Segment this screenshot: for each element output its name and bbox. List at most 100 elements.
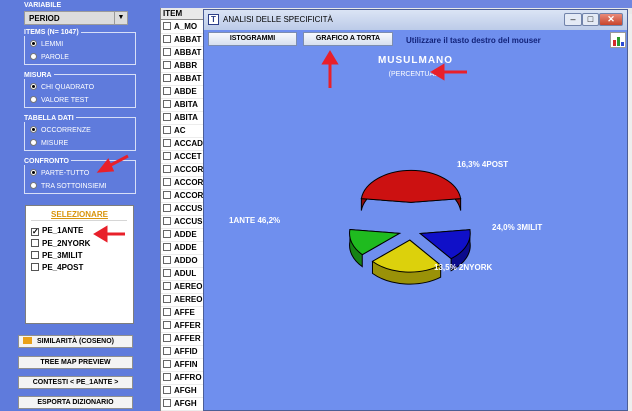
radio-misure[interactable]: MISURE xyxy=(30,139,68,147)
list-item[interactable]: ABBR xyxy=(161,60,206,73)
list-item[interactable]: AEREO xyxy=(161,294,206,307)
slice-label-1ante: 1ANTE 46,2% xyxy=(229,216,281,225)
items-label: ITEMS (N= 1047) xyxy=(24,29,81,36)
checkbox-pe-4post[interactable]: PE_4POST xyxy=(31,263,83,272)
list-item[interactable]: ACCOR xyxy=(161,164,206,177)
checkbox[interactable] xyxy=(163,113,171,121)
tabella-label: TABELLA DATI xyxy=(24,115,76,122)
list-item[interactable]: ACCUS xyxy=(161,203,206,216)
checkbox[interactable] xyxy=(163,347,171,355)
chevron-down-icon[interactable]: ▼ xyxy=(114,12,127,24)
list-item[interactable]: AFFER xyxy=(161,333,206,346)
checkbox[interactable] xyxy=(163,399,171,407)
checkbox[interactable] xyxy=(163,230,171,238)
list-item[interactable]: A_MO xyxy=(161,21,206,34)
checkbox[interactable] xyxy=(163,282,171,290)
esporta-dizionario-button[interactable]: ESPORTA DIZIONARIO xyxy=(18,396,133,409)
variabile-value: PERIOD xyxy=(29,14,60,23)
confronto-label: CONFRONTO xyxy=(24,158,71,165)
list-item[interactable]: ABDE xyxy=(161,86,206,99)
list-item[interactable]: AFGH xyxy=(161,385,206,398)
list-item[interactable]: AFFRO xyxy=(161,372,206,385)
checkbox[interactable] xyxy=(163,165,171,173)
subset-selection-box: SELEZIONARE ✓ PE_1ANTE PE_2NYORK PE_3MILI… xyxy=(25,205,134,324)
checkbox[interactable] xyxy=(163,22,171,30)
similarita-button[interactable]: SIMILARITÀ (COSENO) xyxy=(18,335,133,348)
tree-map-preview-button[interactable]: TREE MAP PREVIEW xyxy=(18,356,133,369)
checkbox[interactable] xyxy=(163,74,171,82)
radio-lemmi[interactable]: LEMMI xyxy=(30,40,63,48)
slice-label-2nyork: 13,5% 2NYORK xyxy=(434,263,493,272)
list-item[interactable]: ACCET xyxy=(161,151,206,164)
checkbox[interactable] xyxy=(163,100,171,108)
checkbox[interactable] xyxy=(163,178,171,186)
checkbox[interactable] xyxy=(163,126,171,134)
divider xyxy=(31,220,127,221)
list-item[interactable]: ACCOR xyxy=(161,190,206,203)
checkbox[interactable] xyxy=(163,334,171,342)
list-item[interactable]: AC xyxy=(161,125,206,138)
list-item[interactable]: AFFID xyxy=(161,346,206,359)
item-list: ITEM A_MO ABBAT ABBAT ABBR ABBAT ABDE ABITA ABI… xyxy=(160,8,206,411)
checkbox-pe-3milit[interactable]: PE_3MILIT xyxy=(31,251,82,260)
checkbox[interactable] xyxy=(163,61,171,69)
checkbox[interactable] xyxy=(163,204,171,212)
radio-occorrenze[interactable]: OCCORRENZE xyxy=(30,126,91,134)
radio-parte-tutto[interactable]: PARTE-TUTTO xyxy=(30,169,89,177)
list-item[interactable]: AFFIN xyxy=(161,359,206,372)
check-icon: ✓ xyxy=(31,227,39,236)
checkbox[interactable] xyxy=(163,243,171,251)
checkbox[interactable] xyxy=(163,373,171,381)
checkbox-pe-1ante[interactable]: ✓ PE_1ANTE xyxy=(31,226,83,236)
list-item[interactable]: AFFER xyxy=(161,320,206,333)
list-item[interactable]: ACCOR xyxy=(161,177,206,190)
checkbox[interactable] xyxy=(163,139,171,147)
radio-chi-quadrato[interactable]: CHI QUADRATO xyxy=(30,83,94,91)
list-item[interactable]: ABITA xyxy=(161,112,206,125)
list-item[interactable]: ABBAT xyxy=(161,47,206,60)
list-item[interactable]: ADUL xyxy=(161,268,206,281)
checkbox[interactable] xyxy=(163,269,171,277)
similarity-icon xyxy=(23,337,32,344)
checkbox[interactable] xyxy=(163,152,171,160)
list-item[interactable]: ADDE xyxy=(161,242,206,255)
checkbox[interactable] xyxy=(163,386,171,394)
checkbox-pe-2nyork[interactable]: PE_2NYORK xyxy=(31,239,90,248)
slice-label-3milit: 24,0% 3MILIT xyxy=(492,223,543,232)
list-item[interactable]: AFGH xyxy=(161,398,206,411)
variabile-select[interactable]: PERIOD ▼ xyxy=(24,11,128,25)
checkbox[interactable] xyxy=(163,360,171,368)
list-item[interactable]: ADDE xyxy=(161,229,206,242)
misura-label: MISURA xyxy=(24,72,54,79)
variabile-label: VARIABILE xyxy=(24,2,62,9)
checkbox[interactable] xyxy=(163,308,171,316)
list-item[interactable]: ABITA xyxy=(161,99,206,112)
checkbox[interactable] xyxy=(163,191,171,199)
checkbox[interactable] xyxy=(163,256,171,264)
checkbox[interactable] xyxy=(163,321,171,329)
checkbox[interactable] xyxy=(163,48,171,56)
list-item[interactable]: ACCUS xyxy=(161,216,206,229)
radio-tra-sottoinsiemi[interactable]: TRA SOTTOINSIEMI xyxy=(30,182,107,190)
list-item[interactable]: ACCAD xyxy=(161,138,206,151)
checkbox[interactable] xyxy=(163,35,171,43)
pie-slice xyxy=(371,239,442,273)
list-item[interactable]: ABBAT xyxy=(161,34,206,47)
contesti-button[interactable]: CONTESTI < PE_1ANTE > xyxy=(18,376,133,389)
item-column-header[interactable]: ITEM xyxy=(161,8,206,20)
list-item[interactable]: ADDO xyxy=(161,255,206,268)
left-panel: VARIABILE PERIOD ▼ ITEMS (N= 1047) LEMMI… xyxy=(0,0,160,411)
slice-label-4post: 16,3% 4POST xyxy=(457,160,509,169)
radio-valore-test[interactable]: VALORE TEST xyxy=(30,96,89,104)
specificita-dialog: T ANALISI DELLE SPECIFICITÀ – □ ✕ ISTOGR… xyxy=(203,9,628,411)
list-item[interactable]: AEREO xyxy=(161,281,206,294)
pie-slice xyxy=(360,169,462,203)
checkbox[interactable] xyxy=(163,87,171,95)
pie-chart xyxy=(349,169,471,285)
radio-parole[interactable]: PAROLE xyxy=(30,53,69,61)
selezionare-header: SELEZIONARE xyxy=(51,210,108,219)
checkbox[interactable] xyxy=(163,217,171,225)
list-item[interactable]: ABBAT xyxy=(161,73,206,86)
list-item[interactable]: AFFE xyxy=(161,307,206,320)
checkbox[interactable] xyxy=(163,295,171,303)
